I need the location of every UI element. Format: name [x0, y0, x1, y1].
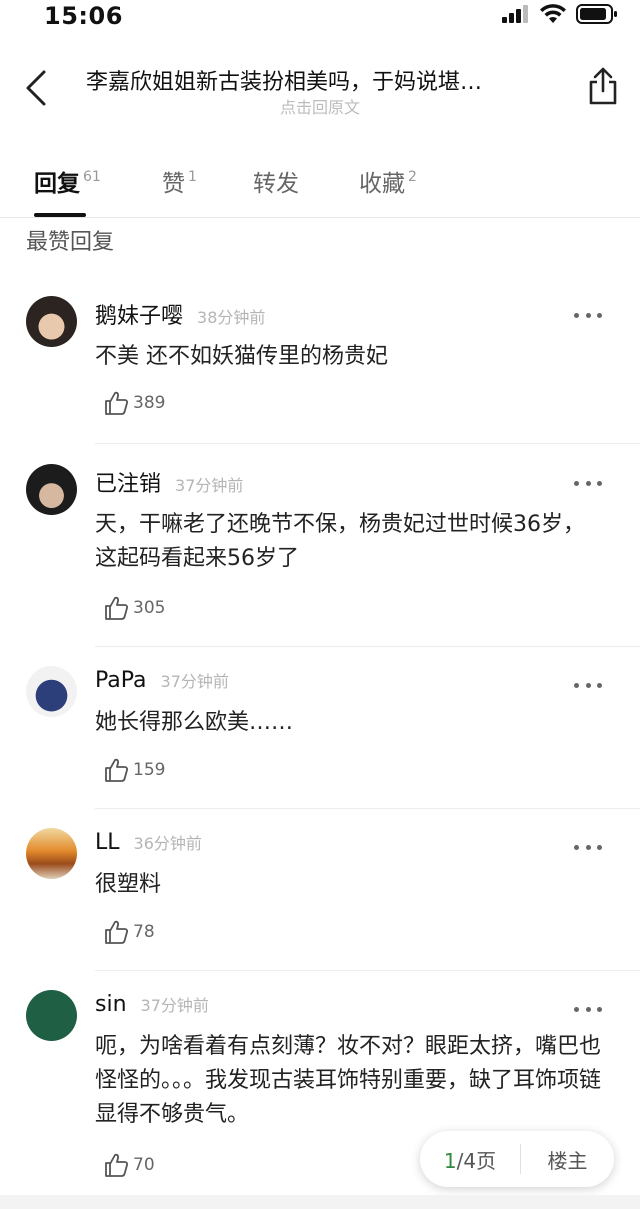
comment-author[interactable]: 已注销 37分钟前 [95, 466, 243, 498]
like-count: 159 [133, 760, 166, 780]
more-options-button[interactable] [574, 308, 602, 322]
comment-author[interactable]: LL 36分钟前 [95, 830, 202, 855]
comment-author[interactable]: sin 37分钟前 [95, 992, 209, 1017]
comment-text: 很塑料 [95, 872, 162, 897]
comment-time: 36分钟前 [133, 834, 202, 853]
avatar[interactable] [26, 464, 77, 515]
tab-count: 1 [188, 169, 197, 185]
tab-label: 收藏 [359, 171, 405, 197]
more-options-button[interactable] [574, 840, 602, 854]
like-count: 78 [133, 922, 155, 942]
more-options-button[interactable] [574, 678, 602, 692]
floating-pager: 1/4页 楼主 [420, 1131, 614, 1187]
avatar[interactable] [26, 296, 77, 347]
signal-icon [502, 5, 528, 23]
username: LL [95, 830, 120, 855]
divider [95, 646, 640, 647]
thumbs-up-icon [105, 920, 129, 944]
comment-time: 37分钟前 [175, 476, 244, 495]
divider [95, 970, 640, 971]
status-time: 15:06 [44, 2, 123, 30]
tab-label: 转发 [253, 171, 299, 197]
only-host-button[interactable]: 楼主 [521, 1145, 614, 1174]
active-tab-indicator [34, 213, 86, 217]
like-button[interactable]: 305 [103, 595, 165, 621]
divider [95, 808, 640, 809]
like-count: 70 [133, 1155, 155, 1175]
tab-label: 赞 [162, 171, 185, 197]
tab-replies[interactable]: 回复 61 [34, 164, 101, 198]
current-page: 1 [443, 1148, 457, 1173]
comment-author[interactable]: 鹅妹子嘤 38分钟前 [95, 298, 265, 330]
thumbs-up-icon [105, 596, 129, 620]
comment-text: 天，干嘛老了还晚节不保，杨贵妃过世时候36岁，这起码看起来56岁了 [95, 512, 585, 571]
comment-time: 37分钟前 [160, 672, 229, 691]
thumbs-up-icon [105, 391, 129, 415]
page-title: 李嘉欣姐姐新古装扮相美吗，于妈说堪… [86, 70, 483, 95]
more-options-button[interactable] [574, 476, 602, 490]
battery-icon [576, 4, 617, 24]
tab-bar: 回复 61 赞1 转发 收藏 2 [0, 150, 640, 218]
bottom-strip [0, 1195, 640, 1209]
comment-text: 呃，为啥看着有点刻薄？妆不对？眼距太挤，嘴巴也怪怪的。。。我发现古装耳饰特别重要… [95, 1034, 602, 1127]
like-button[interactable]: 159 [103, 757, 165, 783]
more-options-button[interactable] [574, 1002, 602, 1016]
like-count: 389 [133, 393, 166, 413]
like-count: 305 [133, 598, 166, 618]
tab-count: 2 [408, 169, 417, 185]
section-title: 最赞回复 [26, 230, 115, 255]
comment-time: 38分钟前 [197, 308, 266, 327]
nav-bar: 李嘉欣姐姐新古装扮相美吗，于妈说堪… 点击回原文 [0, 52, 640, 124]
like-button[interactable]: 389 [103, 390, 165, 416]
share-button[interactable] [586, 66, 620, 106]
wifi-icon [540, 4, 566, 23]
avatar[interactable] [26, 828, 77, 879]
avatar[interactable] [26, 666, 77, 717]
page-selector-button[interactable]: 1/4页 [420, 1145, 520, 1174]
comment-time: 37分钟前 [140, 996, 209, 1015]
thumbs-up-icon [105, 1153, 129, 1177]
username: sin [95, 992, 127, 1017]
status-bar: 15:06 [0, 0, 640, 34]
tab-favorites[interactable]: 收藏 2 [359, 164, 417, 198]
username: 已注销 [95, 472, 162, 497]
like-button[interactable]: 78 [103, 919, 155, 945]
like-button[interactable]: 70 [103, 1152, 155, 1178]
share-icon [589, 67, 617, 105]
username: PaPa [95, 668, 147, 693]
back-to-original-link[interactable]: 点击回原文 [0, 94, 640, 118]
tab-likes[interactable]: 赞1 [162, 164, 197, 198]
status-icons [502, 4, 618, 24]
divider [95, 443, 640, 444]
comment-text: 不美 还不如妖猫传里的杨贵妃 [95, 344, 388, 369]
thumbs-up-icon [105, 758, 129, 782]
comment-text: 她长得那么欧美…… [95, 710, 294, 735]
avatar[interactable] [26, 990, 77, 1041]
tab-reposts[interactable]: 转发 [253, 164, 302, 198]
tab-label: 回复 [34, 171, 80, 197]
page-total: /4页 [456, 1148, 497, 1173]
tab-count: 61 [83, 169, 101, 185]
username: 鹅妹子嘤 [95, 304, 184, 329]
comment-author[interactable]: PaPa 37分钟前 [95, 668, 229, 693]
